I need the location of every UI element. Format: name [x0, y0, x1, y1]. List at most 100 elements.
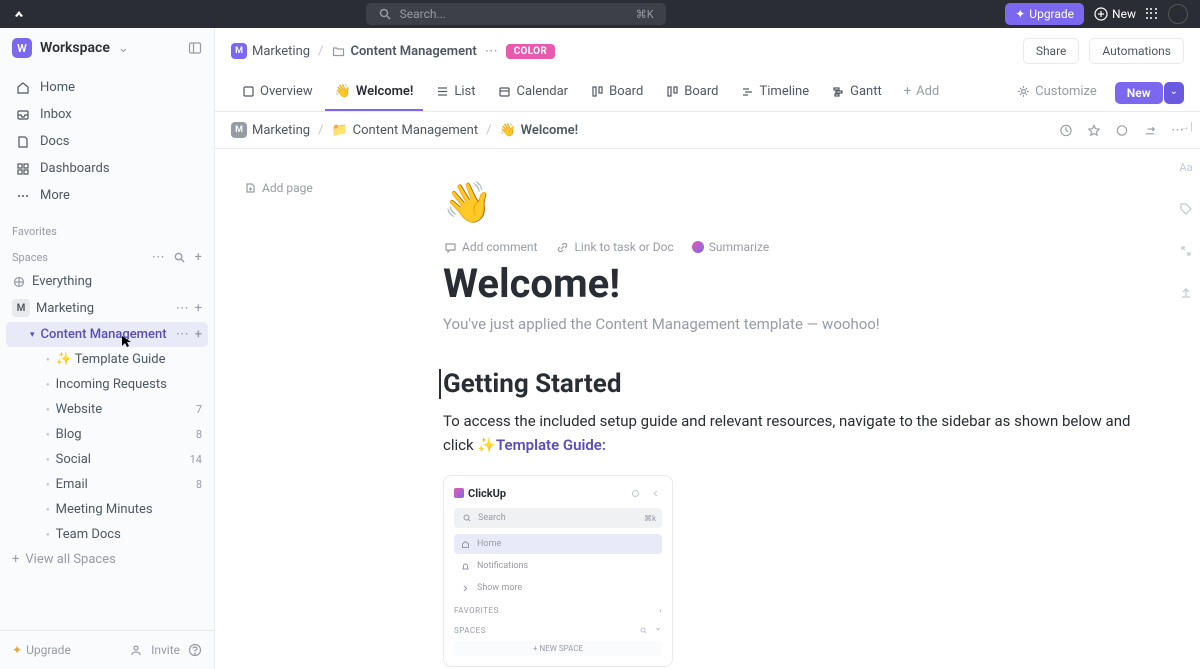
- tab-overview[interactable]: Overview: [231, 74, 323, 111]
- favorites-section-label: Favorites: [0, 215, 214, 242]
- tab-board1[interactable]: Board: [580, 74, 653, 111]
- new-label: New: [1112, 7, 1136, 21]
- upgrade-sidebar-link[interactable]: Upgrade: [26, 643, 71, 657]
- app-grid-icon[interactable]: [1146, 8, 1158, 20]
- add-comment-button[interactable]: Add comment: [443, 240, 537, 254]
- crumb-cm[interactable]: Content Management: [331, 44, 476, 59]
- upgrade-button-top[interactable]: ✦ Upgrade: [1005, 3, 1084, 25]
- help-icon[interactable]: [188, 643, 202, 657]
- tree-everything[interactable]: Everything: [6, 269, 208, 294]
- automations-button[interactable]: Automations: [1089, 38, 1184, 64]
- user-avatar[interactable]: [1168, 4, 1188, 24]
- workspace-switcher[interactable]: W Workspace ⌄: [0, 28, 214, 68]
- tab-welcome[interactable]: 👋 Welcome!: [325, 74, 424, 111]
- collapse-rail-icon[interactable]: →|: [1179, 120, 1193, 133]
- rail-share-icon[interactable]: [1179, 286, 1193, 300]
- nav-docs[interactable]: Docs: [6, 128, 208, 155]
- new-button[interactable]: New: [1115, 82, 1163, 104]
- timeline-icon: [741, 85, 755, 99]
- calendar-icon: [498, 85, 512, 99]
- spaces-add-icon[interactable]: +: [195, 250, 202, 265]
- doc-p1[interactable]: To access the included setup guide and r…: [443, 409, 1140, 457]
- bc2-welcome[interactable]: 👋 Welcome!: [499, 123, 578, 138]
- cm-more-icon[interactable]: ⋯: [176, 327, 189, 342]
- nav-inbox[interactable]: Inbox: [6, 101, 208, 128]
- crumb-more-icon[interactable]: ⋯: [485, 44, 498, 59]
- sc-bell-icon: [458, 559, 472, 573]
- nav-more[interactable]: More: [6, 182, 208, 209]
- bc2-marketing[interactable]: M Marketing: [231, 122, 310, 138]
- tab-welcome-label: Welcome!: [356, 84, 414, 99]
- customize-button[interactable]: Customize: [1006, 74, 1107, 111]
- overview-icon: [241, 85, 255, 99]
- doc-subtitle: You've just applied the Content Manageme…: [443, 315, 1140, 333]
- tree-meeting[interactable]: ● Meeting Minutes: [6, 497, 208, 522]
- crumb-marketing[interactable]: M Marketing: [231, 43, 310, 59]
- tree-view-all-label: View all Spaces: [25, 552, 115, 567]
- doc-emoji[interactable]: 👋: [443, 179, 1140, 226]
- crumb-marketing-label: Marketing: [252, 44, 310, 59]
- view-tabs: Overview 👋 Welcome! List Calendar Board …: [215, 74, 1200, 112]
- comment-icon[interactable]: [1115, 123, 1129, 137]
- tree-website[interactable]: ● Website 7: [6, 397, 208, 422]
- global-search[interactable]: Search... ⌘K: [366, 3, 666, 25]
- add-page-button[interactable]: Add page: [243, 181, 313, 195]
- invite-icon[interactable]: [129, 643, 143, 657]
- clickup-logo-icon[interactable]: [12, 7, 26, 21]
- star-icon[interactable]: [1087, 123, 1101, 137]
- share-button[interactable]: Share: [1023, 38, 1080, 64]
- tree-email[interactable]: ● Email 8: [6, 472, 208, 497]
- bc2-cm[interactable]: 📁 Content Management: [331, 123, 478, 138]
- spaces-more-icon[interactable]: ⋯: [152, 250, 165, 265]
- tab-gantt[interactable]: Gantt: [821, 74, 892, 111]
- nav-docs-label: Docs: [40, 134, 69, 149]
- tree-template-guide-label: ✨ Template Guide: [56, 352, 166, 367]
- tree-social[interactable]: ● Social 14: [6, 447, 208, 472]
- nav-home[interactable]: Home: [6, 74, 208, 101]
- tree-incoming[interactable]: ● Incoming Requests: [6, 372, 208, 397]
- tree-meeting-label: Meeting Minutes: [56, 502, 153, 517]
- tree-cm-label: Content Management: [41, 327, 167, 342]
- marketing-more-icon[interactable]: ⋯: [176, 301, 189, 316]
- tree-view-all[interactable]: + View all Spaces: [6, 547, 208, 572]
- tab-timeline[interactable]: Timeline: [731, 74, 820, 111]
- sc-notif-label: Notifications: [477, 561, 528, 571]
- spaces-section-label: Spaces: [12, 251, 48, 264]
- export-icon[interactable]: [1143, 123, 1157, 137]
- doc-title[interactable]: Welcome!: [443, 260, 1140, 307]
- rail-expand-icon[interactable]: [1179, 244, 1193, 258]
- color-badge[interactable]: COLOR: [506, 44, 555, 59]
- tab-add[interactable]: + Add: [894, 74, 950, 111]
- dot-icon: ●: [46, 456, 50, 463]
- tree-blog-label: Blog: [56, 427, 82, 442]
- typography-icon[interactable]: Aa: [1179, 161, 1192, 174]
- tree-team-docs[interactable]: ● Team Docs: [6, 522, 208, 547]
- tab-calendar[interactable]: Calendar: [488, 74, 579, 111]
- tree-website-label: Website: [56, 402, 103, 417]
- add-page-label: Add page: [262, 181, 313, 195]
- summarize-button[interactable]: Summarize: [692, 240, 770, 254]
- tree-email-label: Email: [56, 477, 88, 492]
- dot-icon: ●: [46, 356, 50, 363]
- link-task-button[interactable]: Link to task or Doc: [555, 240, 673, 254]
- tab-board2[interactable]: Board: [655, 74, 728, 111]
- doc-h2-getting-started[interactable]: Getting Started: [439, 369, 1140, 399]
- new-button-top[interactable]: New: [1094, 7, 1136, 21]
- list-icon: [435, 85, 449, 99]
- tab-list[interactable]: List: [425, 74, 485, 111]
- nav-dashboards[interactable]: Dashboards: [6, 155, 208, 182]
- search-icon: [378, 7, 392, 21]
- tree-marketing[interactable]: M Marketing ⋯ +: [6, 294, 208, 322]
- history-icon[interactable]: [1059, 123, 1073, 137]
- spaces-search-icon[interactable]: [173, 251, 187, 265]
- cm-add-icon[interactable]: +: [195, 327, 202, 342]
- upgrade-label: Upgrade: [1029, 7, 1074, 21]
- tree-blog[interactable]: ● Blog 8: [6, 422, 208, 447]
- new-button-chevron[interactable]: ⌄: [1164, 82, 1184, 104]
- marketing-add-icon[interactable]: +: [195, 301, 202, 316]
- invite-link[interactable]: Invite: [151, 643, 180, 657]
- rail-tag-icon[interactable]: [1179, 202, 1193, 216]
- tree-template-guide[interactable]: ● ✨ Template Guide: [6, 347, 208, 372]
- sidebar-toggle-icon[interactable]: [188, 41, 202, 55]
- tree-content-management[interactable]: ▾ Content Management ⋯ +: [6, 322, 208, 347]
